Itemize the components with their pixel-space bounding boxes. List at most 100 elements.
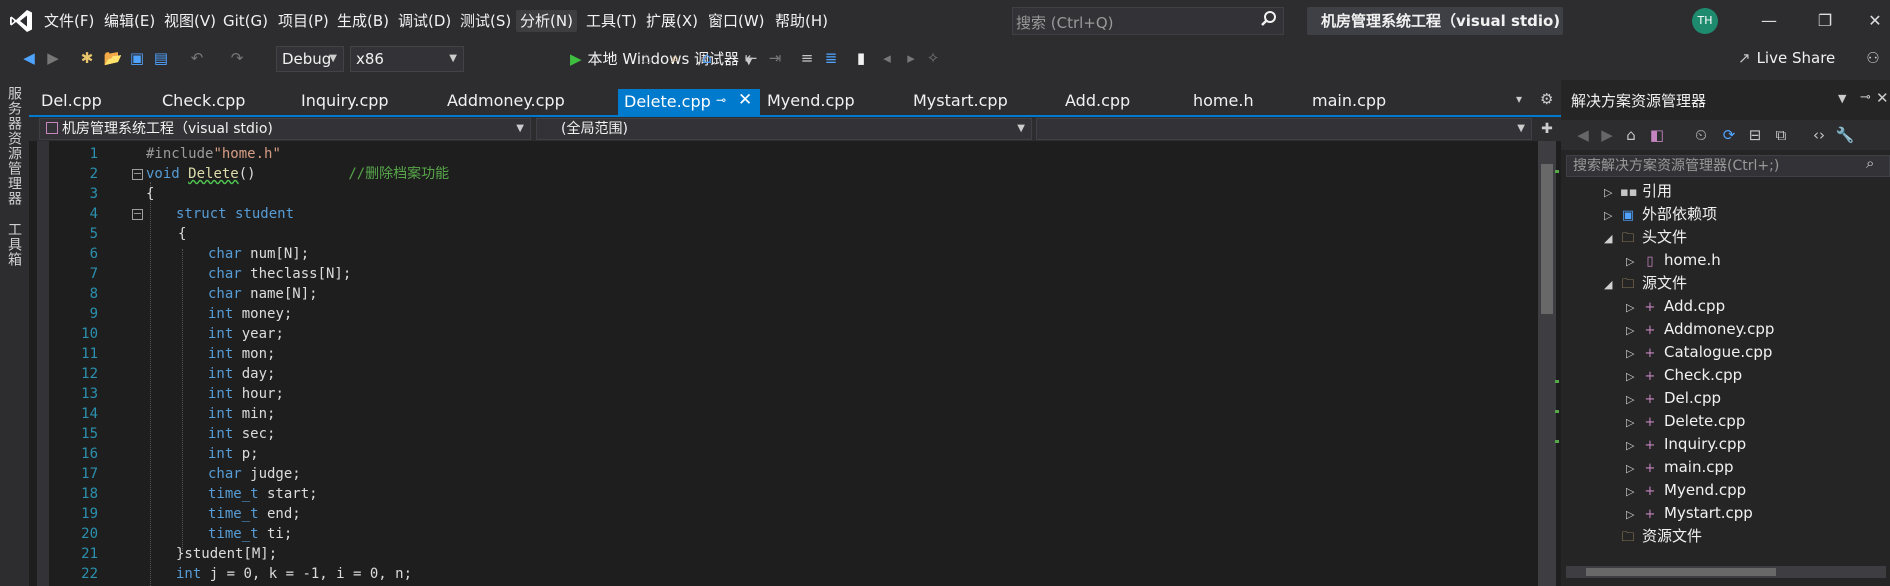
member-dropdown[interactable]: ▼ bbox=[1036, 118, 1532, 140]
tree-item[interactable]: ▷ + main.cpp bbox=[1626, 456, 1734, 478]
collapse-struct-icon[interactable]: − bbox=[132, 208, 143, 220]
solution-scroll-thumb[interactable] bbox=[1586, 568, 1776, 576]
expand-arrow-icon[interactable]: ▷ bbox=[1626, 343, 1638, 365]
search-icon[interactable]: ⌕ bbox=[1866, 154, 1874, 172]
pin-panel-icon[interactable]: ⊸ bbox=[1860, 90, 1871, 105]
tree-item[interactable]: ▷ + Mystart.cpp bbox=[1626, 502, 1753, 524]
find-in-files-icon[interactable]: ⌕ bbox=[664, 47, 686, 69]
new-project-icon[interactable]: ✱ bbox=[76, 47, 98, 69]
tab-main-cpp[interactable]: main.cpp bbox=[1312, 90, 1386, 112]
breakpoint-margin[interactable] bbox=[37, 141, 49, 586]
expanded-arrow-icon[interactable]: ◢ bbox=[1604, 274, 1616, 296]
hot-reload-icon[interactable]: ♨ bbox=[636, 47, 658, 69]
restore-icon[interactable]: ❐ bbox=[1814, 10, 1836, 32]
show-all-files-icon[interactable]: ⧉ bbox=[1770, 124, 1792, 146]
menu-file[interactable]: 文件(F) bbox=[40, 10, 98, 32]
tree-item[interactable]: ▷ + Addmoney.cpp bbox=[1626, 318, 1774, 340]
forward-icon[interactable]: ▶ bbox=[1596, 124, 1618, 146]
close-window-icon[interactable]: ✕ bbox=[1864, 10, 1886, 32]
server-explorer-tab[interactable]: 服务器资源管理器 bbox=[4, 86, 24, 206]
prev-bookmark-icon[interactable]: ◂ bbox=[876, 47, 898, 69]
menu-test[interactable]: 测试(S) bbox=[456, 10, 515, 32]
menu-extensions[interactable]: 扩展(X) bbox=[642, 10, 702, 32]
collapse-function-icon[interactable]: − bbox=[132, 168, 143, 180]
close-panel-icon[interactable]: ✕ bbox=[1876, 89, 1889, 107]
tree-item[interactable]: 🗀 资源文件 bbox=[1604, 525, 1702, 547]
expand-arrow-icon[interactable]: ▷ bbox=[1626, 458, 1638, 480]
bookmark-icon[interactable]: ▮ bbox=[850, 47, 872, 69]
navigate-forward-icon[interactable]: ▶ bbox=[42, 47, 64, 69]
platform-select[interactable]: x86 ▼ bbox=[350, 46, 464, 72]
chevron-down-icon[interactable]: ▼ bbox=[1838, 92, 1846, 105]
view-code-icon[interactable]: ‹› bbox=[1808, 124, 1830, 146]
tree-item[interactable]: ◢ 🗀 头文件 bbox=[1604, 226, 1687, 248]
expand-arrow-icon[interactable]: ▷ bbox=[1626, 366, 1638, 388]
tree-item[interactable]: ▷ + Catalogue.cpp bbox=[1626, 341, 1772, 363]
clear-bookmarks-icon[interactable]: ✧ bbox=[922, 47, 944, 69]
menu-tools[interactable]: 工具(T) bbox=[582, 10, 641, 32]
user-avatar[interactable]: TH bbox=[1692, 8, 1718, 34]
save-icon[interactable]: ▣ bbox=[126, 47, 148, 69]
tree-item[interactable]: ▷ + Inquiry.cpp bbox=[1626, 433, 1746, 455]
expand-arrow-icon[interactable]: ▷ bbox=[1604, 205, 1616, 227]
tree-item[interactable]: ◢ 🗀 源文件 bbox=[1604, 272, 1687, 294]
menu-edit[interactable]: 编辑(E) bbox=[100, 10, 159, 32]
close-tab-icon[interactable]: ✕ bbox=[738, 90, 752, 110]
switch-views-icon[interactable]: ◧ bbox=[1646, 124, 1668, 146]
expand-arrow-icon[interactable]: ▷ bbox=[1626, 504, 1638, 526]
tree-item[interactable]: ▷ + Delete.cpp bbox=[1626, 410, 1745, 432]
split-window-icon[interactable]: ✚ bbox=[1538, 118, 1556, 140]
menu-view[interactable]: 视图(V) bbox=[160, 10, 220, 32]
tree-item[interactable]: ▷ + Check.cpp bbox=[1626, 364, 1742, 386]
expand-arrow-icon[interactable]: ▷ bbox=[1626, 412, 1638, 434]
redo-icon[interactable]: ↷ bbox=[226, 47, 248, 69]
menu-help[interactable]: 帮助(H) bbox=[771, 10, 832, 32]
home-icon[interactable]: ⌂ bbox=[696, 47, 718, 69]
expanded-arrow-icon[interactable]: ◢ bbox=[1604, 228, 1616, 250]
tab-inquiry-cpp[interactable]: Inquiry.cpp bbox=[301, 90, 389, 112]
outdent-icon[interactable]: ⇥ bbox=[764, 47, 786, 69]
collapse-all-icon[interactable]: ⊟ bbox=[1744, 124, 1766, 146]
menu-analyze[interactable]: 分析(N) bbox=[516, 10, 577, 32]
breakpoint-toggle-icon[interactable]: ⇤ bbox=[740, 47, 762, 69]
tree-item[interactable]: ▷ + Add.cpp bbox=[1626, 295, 1725, 317]
expand-arrow-icon[interactable]: ▷ bbox=[1626, 297, 1638, 319]
toolbox-tab[interactable]: 工具箱 bbox=[4, 222, 24, 267]
scope-dropdown[interactable]: (全局范围) ▼ bbox=[536, 118, 1032, 140]
tree-item[interactable]: ▷ ▯ home.h bbox=[1626, 249, 1721, 271]
expand-arrow-icon[interactable]: ▷ bbox=[1604, 182, 1616, 204]
expand-arrow-icon[interactable]: ▷ bbox=[1626, 481, 1638, 503]
tree-item[interactable]: ▷ + Del.cpp bbox=[1626, 387, 1721, 409]
undo-icon[interactable]: ↶ bbox=[186, 47, 208, 69]
menu-project[interactable]: 项目(P) bbox=[274, 10, 333, 32]
home-icon[interactable]: ⌂ bbox=[1620, 124, 1642, 146]
menu-build[interactable]: 生成(B) bbox=[333, 10, 393, 32]
tab-mystart-cpp[interactable]: Mystart.cpp bbox=[913, 90, 1008, 112]
expand-arrow-icon[interactable]: ▷ bbox=[1626, 251, 1638, 273]
tree-item[interactable]: ▷ ▪▪ 引用 bbox=[1604, 180, 1672, 202]
build-configuration-select[interactable]: Debug ▼ bbox=[276, 46, 344, 72]
open-file-icon[interactable]: 📂 bbox=[102, 47, 124, 69]
tab-add-cpp[interactable]: Add.cpp bbox=[1065, 90, 1130, 112]
properties-wrench-icon[interactable]: 🔧 bbox=[1834, 124, 1856, 146]
pin-tab-icon[interactable]: ⊸ bbox=[716, 93, 726, 107]
sync-icon[interactable]: ⟳ bbox=[1718, 124, 1740, 146]
tab-myend-cpp[interactable]: Myend.cpp bbox=[767, 90, 855, 112]
uncomment-lines-icon[interactable]: ≣ bbox=[820, 47, 842, 69]
menu-window[interactable]: 窗口(W) bbox=[704, 10, 769, 32]
minimize-icon[interactable]: — bbox=[1758, 10, 1780, 32]
search-icon[interactable] bbox=[1260, 10, 1278, 28]
expand-arrow-icon[interactable]: ▷ bbox=[1626, 389, 1638, 411]
tab-check-cpp[interactable]: Check.cpp bbox=[162, 90, 245, 112]
expand-arrow-icon[interactable]: ▷ bbox=[1626, 435, 1638, 457]
tree-item[interactable]: ▷ + Myend.cpp bbox=[1626, 479, 1746, 501]
menu-debug[interactable]: 调试(D) bbox=[394, 10, 455, 32]
start-debugging-button[interactable]: ▶ 本地 Windows 调试器 ▼ bbox=[570, 46, 753, 72]
expand-arrow-icon[interactable]: ▷ bbox=[1626, 320, 1638, 342]
tab-addmoney-cpp[interactable]: Addmoney.cpp bbox=[447, 90, 565, 112]
project-dropdown[interactable]: 机房管理系统工程（visual stdio) ▼ bbox=[39, 118, 531, 140]
pending-changes-filter-icon[interactable]: ⏲ bbox=[1690, 124, 1712, 146]
feedback-user-icon[interactable]: ⚇ bbox=[1862, 47, 1884, 69]
tree-item[interactable]: ▷ ▣ 外部依赖项 bbox=[1604, 203, 1717, 225]
comment-lines-icon[interactable]: ≡ bbox=[796, 47, 818, 69]
